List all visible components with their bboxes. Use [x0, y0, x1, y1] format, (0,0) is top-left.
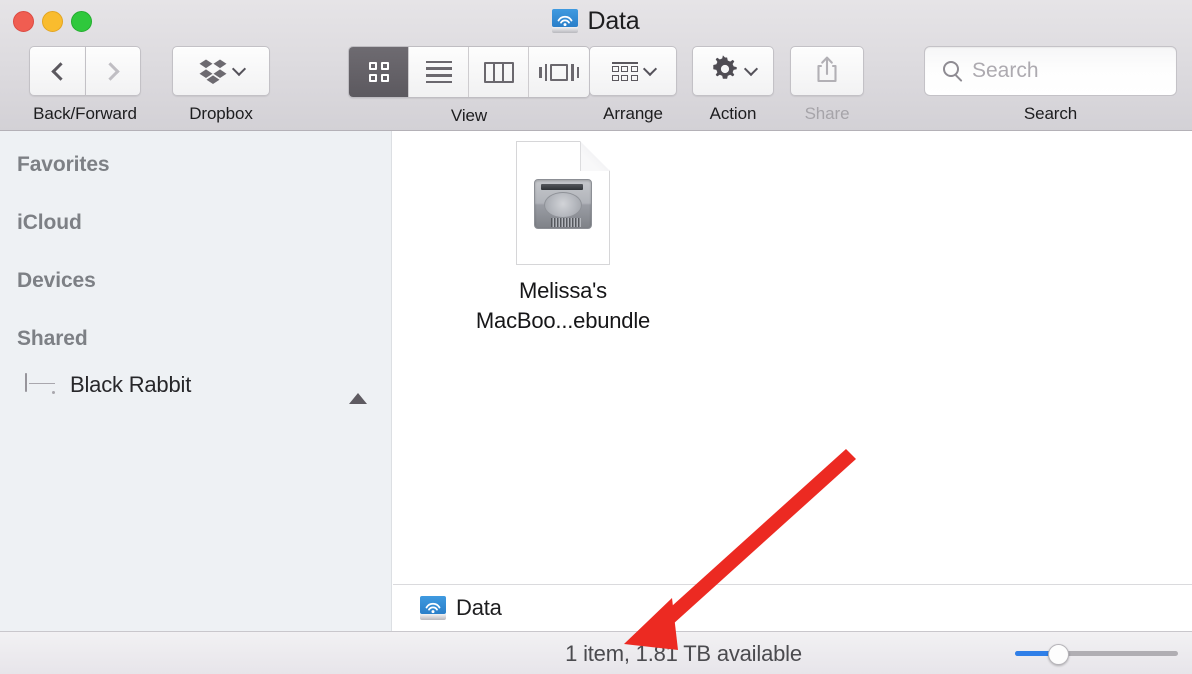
list-icon	[425, 60, 452, 84]
network-drive-icon	[552, 9, 579, 33]
slider-knob[interactable]	[1048, 644, 1069, 665]
nav-group: Back/Forward	[29, 46, 141, 124]
search-placeholder: Search	[972, 59, 1039, 82]
search-input[interactable]: Search	[924, 46, 1177, 96]
view-group: View	[348, 46, 590, 126]
arrange-grid-icon	[611, 61, 638, 81]
nav-buttons	[29, 46, 141, 96]
share-upload-icon	[814, 54, 840, 89]
action-group: Action	[692, 46, 774, 124]
view-option-column[interactable]	[469, 47, 529, 97]
action-button[interactable]	[692, 46, 774, 96]
dropbox-group: Dropbox	[172, 46, 270, 124]
grid-icon	[368, 62, 389, 82]
chevron-down-icon	[743, 61, 759, 76]
back-button[interactable]	[29, 46, 85, 96]
forward-button[interactable]	[85, 46, 141, 96]
view-label: View	[450, 106, 488, 125]
file-grid: Melissa's MacBoo...ebundle	[393, 131, 1192, 584]
chevron-down-icon	[231, 61, 246, 76]
sparsebundle-document-icon	[516, 141, 610, 265]
file-item-label: Melissa's MacBoo...ebundle	[475, 278, 651, 334]
chevron-down-icon	[642, 61, 657, 76]
chevron-right-icon	[101, 61, 120, 81]
dropbox-button[interactable]	[172, 46, 270, 96]
finder-window: Data Back/Forward Dropbox View Arrange A…	[0, 0, 1192, 674]
columns-icon	[483, 61, 514, 83]
action-label: Action	[709, 104, 757, 123]
view-option-icon[interactable]	[349, 47, 409, 97]
sidebar-item-black-rabbit[interactable]: Black Rabbit	[0, 363, 391, 407]
server-icon	[25, 372, 59, 397]
window-title-area: Data	[0, 5, 1192, 37]
view-segmented-control	[348, 46, 590, 98]
dropbox-label: Dropbox	[189, 104, 253, 123]
search-icon	[943, 61, 959, 77]
sidebar-header-icloud: iCloud	[17, 211, 82, 234]
path-bar-item-label[interactable]: Data	[456, 595, 502, 621]
gear-icon	[710, 54, 740, 89]
search-label: Search	[1023, 104, 1078, 123]
status-text: 1 item, 1.81 TB available	[565, 640, 802, 666]
arrange-label: Arrange	[603, 104, 663, 123]
icon-size-slider[interactable]	[1015, 644, 1178, 665]
arrange-group: Arrange	[589, 46, 677, 124]
share-label: Share	[804, 104, 850, 123]
sidebar-header-shared: Shared	[17, 327, 88, 350]
eject-icon[interactable]	[349, 376, 369, 404]
toolbar: Back/Forward Dropbox View Arrange Action…	[0, 41, 1192, 131]
coverflow-icon	[539, 63, 579, 81]
chevron-left-icon	[50, 61, 70, 81]
sidebar-item-label: Black Rabbit	[70, 372, 192, 397]
sidebar: Favorites iCloud Devices Shared Black Ra…	[0, 131, 392, 674]
view-option-list[interactable]	[409, 47, 469, 97]
share-group: Share	[790, 46, 864, 124]
nav-label: Back/Forward	[33, 104, 137, 123]
search-group: Search Search	[924, 46, 1177, 124]
share-button[interactable]	[790, 46, 864, 96]
view-option-gallery[interactable]	[529, 47, 589, 97]
status-bar: 1 item, 1.81 TB available	[0, 631, 1192, 674]
page-title: Data	[587, 6, 640, 35]
sidebar-header-favorites: Favorites	[17, 153, 110, 176]
file-item[interactable]: Melissa's MacBoo...ebundle	[463, 141, 663, 337]
arrange-button[interactable]	[589, 46, 677, 96]
network-drive-icon	[420, 596, 446, 620]
sidebar-header-devices: Devices	[17, 269, 96, 292]
path-bar: Data	[393, 584, 1192, 631]
window-titlebar: Data Back/Forward Dropbox View Arrange A…	[0, 0, 1192, 131]
dropbox-icon	[199, 58, 227, 84]
